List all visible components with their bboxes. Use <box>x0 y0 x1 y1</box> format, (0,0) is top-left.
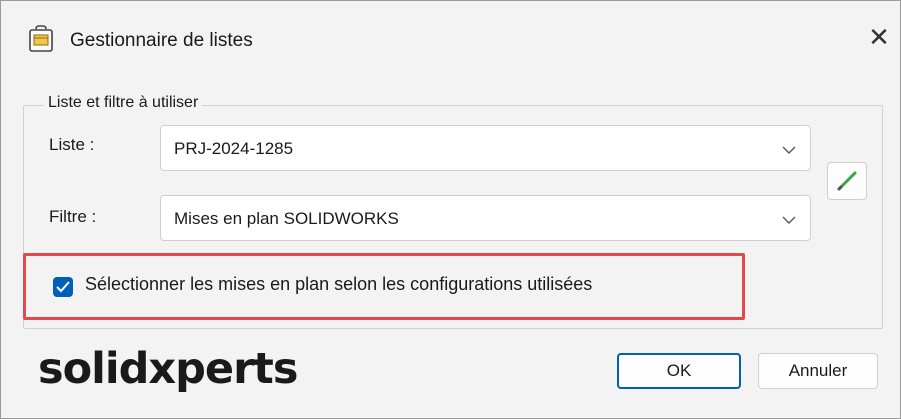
chevron-down-icon <box>782 142 796 154</box>
cancel-button[interactable]: Annuler <box>758 353 878 389</box>
list-label: Liste : <box>49 135 95 154</box>
list-manager-icon <box>28 25 54 53</box>
list-dropdown[interactable]: PRJ-2024-1285 <box>160 125 811 171</box>
close-icon[interactable]: ✕ <box>865 24 893 52</box>
filter-dropdown-value: Mises en plan SOLIDWORKS <box>174 209 399 228</box>
filter-dropdown[interactable]: Mises en plan SOLIDWORKS <box>160 195 811 241</box>
filter-label: Filtre : <box>49 207 97 226</box>
configurations-checkbox-label[interactable]: Sélectionner les mises en plan selon les… <box>85 274 592 295</box>
chevron-down-icon <box>782 212 796 224</box>
title-bar[interactable]: Gestionnaire de listes ✕ <box>2 2 899 77</box>
window-title: Gestionnaire de listes <box>70 30 253 51</box>
configurations-checkbox[interactable] <box>53 277 73 297</box>
edit-list-button[interactable] <box>827 162 867 200</box>
dialog-window: Gestionnaire de listes ✕ Liste et filtre… <box>0 0 901 419</box>
ok-button[interactable]: OK <box>617 353 741 389</box>
group-legend: Liste et filtre à utiliser <box>44 94 203 112</box>
solidxperts-logo: solidxperts <box>38 344 298 394</box>
list-dropdown-value: PRJ-2024-1285 <box>174 139 294 158</box>
